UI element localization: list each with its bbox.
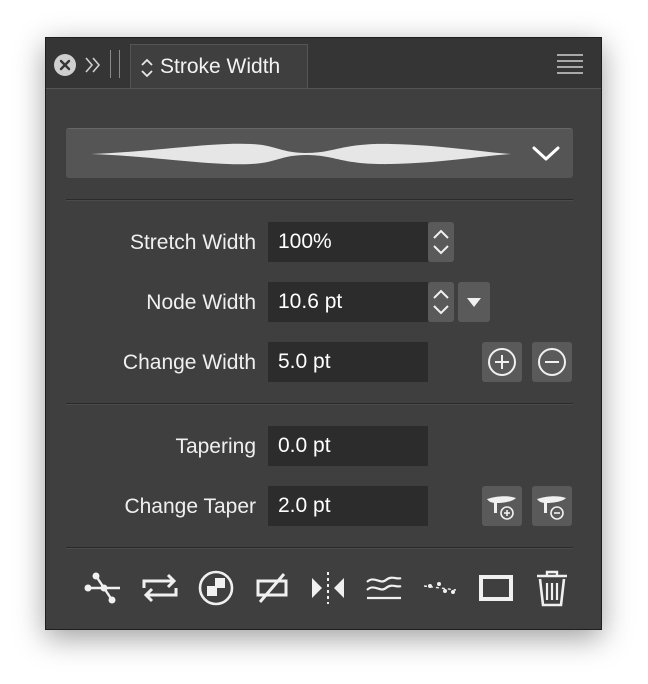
stroke-width-panel: Stroke Width Stretch Width 100% Node Wid… [45,37,602,630]
double-chevron-right-icon[interactable] [83,55,103,75]
join-paths-icon[interactable] [196,568,236,608]
tapering-label: Tapering [175,435,256,458]
updown-arrows-icon [433,289,449,315]
decrease-width-button[interactable] [532,342,572,382]
close-button[interactable] [54,54,76,76]
triangle-down-icon [467,298,481,307]
width-profile-dropdown[interactable] [66,128,573,178]
updown-arrows-icon [141,58,153,78]
hamburger-menu-icon[interactable] [557,53,583,77]
increase-taper-button[interactable] [482,486,522,526]
width-points-icon[interactable] [420,568,460,608]
outline-rectangle-icon[interactable] [476,568,516,608]
mirror-icon[interactable] [308,568,348,608]
node-width-label: Node Width [146,291,256,314]
stretch-width-label: Stretch Width [129,231,256,254]
minus-circle-icon [538,348,566,376]
section-divider [66,547,573,549]
section-divider [66,403,573,405]
close-icon [59,59,71,71]
node-width-field[interactable]: 10.6 pt [268,282,428,322]
increase-width-button[interactable] [482,342,522,382]
split-path-icon[interactable] [84,568,124,608]
trash-icon[interactable] [532,568,572,608]
width-profile-preview [91,143,511,165]
taper-plus-icon [487,496,516,520]
change-width-field[interactable]: 5.0 pt [268,342,428,382]
tapering-field[interactable]: 0.0 pt [268,426,428,466]
taper-minus-icon [537,496,566,520]
stretch-width-stepper[interactable] [428,222,454,262]
reverse-direction-icon[interactable] [140,568,180,608]
change-taper-field[interactable]: 2.0 pt [268,486,428,526]
chevron-down-icon [532,146,560,161]
node-width-stepper[interactable] [428,282,454,322]
tab-title: Stroke Width [160,55,281,78]
tab-stroke-width[interactable]: Stroke Width [130,44,308,88]
smooth-width-icon[interactable] [364,568,404,608]
no-overlap-icon[interactable] [252,568,292,608]
updown-arrows-icon [433,229,449,255]
change-width-label: Change Width [122,351,256,374]
node-width-dropdown-button[interactable] [458,282,490,322]
plus-circle-icon [488,348,516,376]
decrease-taper-button[interactable] [532,486,572,526]
section-divider [66,199,573,201]
stretch-width-field[interactable]: 100% [268,222,428,262]
change-taper-label: Change Taper [124,495,256,518]
drag-grip-icon[interactable] [110,50,120,78]
panel-tab-bar: Stroke Width [46,38,601,89]
